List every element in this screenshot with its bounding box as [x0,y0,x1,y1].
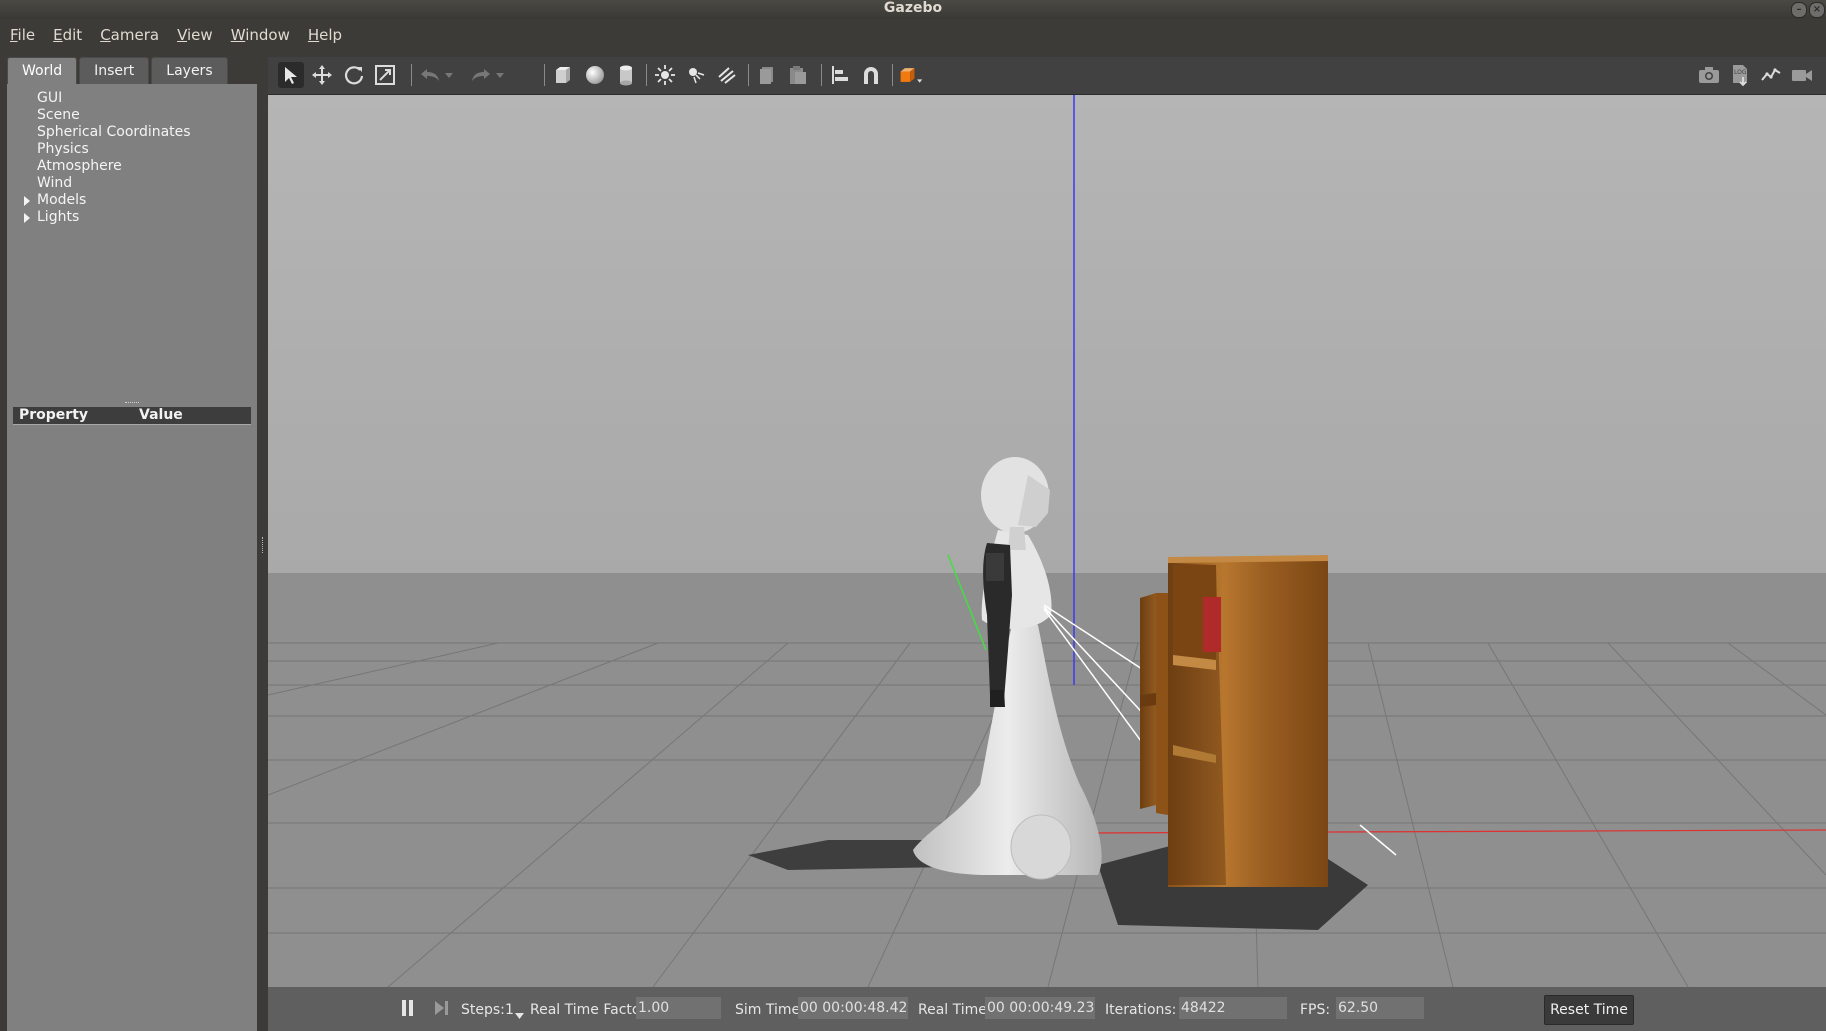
menu-bar: File Edit Camera View Window Help [0,19,1826,51]
minimize-icon[interactable]: – [1791,2,1807,18]
tree-item-label: Wind [37,175,73,191]
window-title: Gazebo [883,0,943,16]
splitter-grip-icon [262,537,265,553]
tree-item-label: Scene [37,107,80,123]
tree-item-models[interactable]: Models [24,192,191,209]
close-icon[interactable]: × [1809,2,1825,18]
menu-help[interactable]: Help [308,26,342,44]
fps-field: 62.50 [1336,997,1424,1019]
align-icon[interactable] [827,62,853,88]
log-record-icon[interactable]: LOG [1727,62,1753,88]
box-shape-icon[interactable] [550,62,576,88]
real-time-label: Real Time: [918,1002,992,1018]
property-table-header: Property Value [13,407,251,425]
tree-item-label: Models [37,192,87,208]
translate-icon[interactable] [309,62,335,88]
paste-icon[interactable] [785,62,811,88]
tree-item-lights[interactable]: Lights [24,209,191,226]
plot-icon[interactable] [1758,62,1784,88]
real-time-field: 00 00:00:49.235 [985,997,1095,1019]
tree-item-label: Physics [37,141,89,157]
pause-icon[interactable] [401,1000,415,1016]
toolbar-separator [748,64,749,86]
menu-camera[interactable]: Camera [100,26,159,44]
world-tree: GUI Scene Spherical Coordinates Physics … [24,90,191,226]
menu-view[interactable]: View [177,26,213,44]
reset-time-button[interactable]: Reset Time [1544,995,1634,1025]
expand-arrow-icon[interactable] [24,213,30,223]
view-angle-icon[interactable] [898,62,924,88]
toolbar-separator [646,64,647,86]
tree-item-label: Spherical Coordinates [37,124,191,140]
screenshot-camera-icon[interactable] [1696,62,1722,88]
tree-item-wind[interactable]: Wind [37,175,191,192]
snap-magnet-icon[interactable] [858,62,884,88]
steps-dropdown-icon[interactable] [515,1007,524,1023]
spot-light-icon[interactable] [683,62,709,88]
scene-render [268,95,1826,987]
value-column-header[interactable]: Value [139,407,183,424]
toolbar-separator [821,64,822,86]
simulation-status-bar: Steps: 1 Real Time Factor: 1.00 Sim Time… [268,987,1826,1031]
tree-item-scene[interactable]: Scene [37,107,191,124]
bookshelf-model[interactable] [1140,555,1328,887]
svg-text:LOG: LOG [1734,69,1747,76]
tree-item-label: GUI [37,90,63,106]
steps-label: Steps: [461,1002,505,1018]
tree-item-spherical-coordinates[interactable]: Spherical Coordinates [37,124,191,141]
cylinder-shape-icon[interactable] [613,62,639,88]
iterations-field: 48422 [1179,997,1287,1019]
left-panel-tabs: World Insert Layers [7,57,230,85]
sphere-shape-icon[interactable] [582,62,608,88]
toolbar-separator [411,64,412,86]
window-title-bar: Gazebo – × [0,0,1826,19]
iterations-label: Iterations: [1105,1002,1177,1018]
select-arrow-icon[interactable] [278,62,304,88]
redo-icon[interactable] [468,62,494,88]
sim-time-field: 00 00:00:48.422 [798,997,908,1019]
menu-window[interactable]: Window [231,26,290,44]
tab-insert[interactable]: Insert [79,57,150,85]
tree-item-label: Atmosphere [37,158,122,174]
steps-value[interactable]: 1 [505,1002,514,1018]
real-time-factor-label: Real Time Factor: [530,1002,651,1018]
point-light-icon[interactable] [652,62,678,88]
undo-dropdown-icon[interactable] [442,62,456,88]
world-panel: GUI Scene Spherical Coordinates Physics … [7,84,257,1031]
expand-arrow-icon[interactable] [24,196,30,206]
tree-item-gui[interactable]: GUI [37,90,191,107]
menu-file[interactable]: File [10,26,35,44]
toolbar-separator [892,64,893,86]
undo-icon[interactable] [417,62,443,88]
menu-edit[interactable]: Edit [53,26,82,44]
toolbar-separator [544,64,545,86]
tab-layers[interactable]: Layers [151,57,228,85]
sim-time-label: Sim Time: [735,1002,805,1018]
tree-item-atmosphere[interactable]: Atmosphere [37,158,191,175]
copy-icon[interactable] [754,62,780,88]
real-time-factor-field: 1.00 [636,997,721,1019]
step-forward-icon[interactable] [434,1000,450,1016]
scale-icon[interactable] [372,62,398,88]
tree-item-label: Lights [37,209,80,225]
property-column-header[interactable]: Property [19,407,88,424]
fps-label: FPS: [1300,1002,1331,1018]
panel-splitter-handle[interactable] [125,402,139,405]
tab-world[interactable]: World [7,57,78,85]
scene-viewport[interactable] [268,95,1826,987]
directional-light-icon[interactable] [714,62,740,88]
video-record-icon[interactable] [1789,62,1815,88]
toolbar: LOG [268,57,1826,95]
rotate-icon[interactable] [341,62,367,88]
redo-dropdown-icon[interactable] [493,62,507,88]
tree-item-physics[interactable]: Physics [37,141,191,158]
